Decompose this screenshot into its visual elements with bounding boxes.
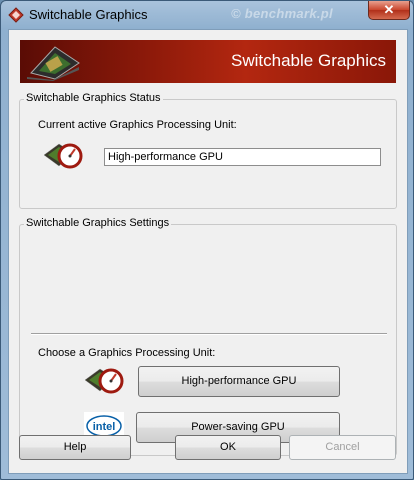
settings-group-label: Switchable Graphics Settings [24,217,172,229]
cancel-button-label: Cancel [325,441,360,453]
help-button[interactable]: Help [19,435,131,460]
title-bar[interactable]: Switchable Graphics © benchmark.pl ✕ [1,1,413,28]
header-banner: Switchable Graphics [20,40,396,83]
current-gpu-field: High-performance GPU [104,148,381,166]
high-performance-gpu-button[interactable]: High-performance GPU [138,366,340,397]
close-icon: ✕ [383,2,395,17]
status-group-label: Switchable Graphics Status [24,92,163,104]
ok-button[interactable]: OK [175,435,281,460]
laptop-chip-icon [27,46,80,81]
banner-title: Switchable Graphics [231,51,386,70]
app-icon [8,7,24,23]
speedometer-gpu-icon [43,143,83,169]
dialog-client-area: Switchable Graphics Switchable Graphics … [8,29,408,474]
watermark: © benchmark.pl [231,6,333,21]
speedometer-gpu-icon [84,368,124,394]
cancel-button[interactable]: Cancel [289,435,396,460]
status-group: Switchable Graphics Status Current activ… [19,92,397,209]
choose-gpu-label: Choose a Graphics Processing Unit: [38,347,216,359]
window-title: Switchable Graphics [29,7,148,22]
help-button-label: Help [63,441,87,453]
switchable-graphics-window: Switchable Graphics © benchmark.pl ✕ Swi… [0,0,414,480]
settings-divider [31,333,387,335]
ok-button-label: OK [220,441,236,453]
intel-logo-text: intel [93,421,116,433]
settings-group: Switchable Graphics Settings Choose a Gr… [19,217,397,456]
current-gpu-label: Current active Graphics Processing Unit: [38,119,237,131]
close-button[interactable]: ✕ [368,1,410,20]
